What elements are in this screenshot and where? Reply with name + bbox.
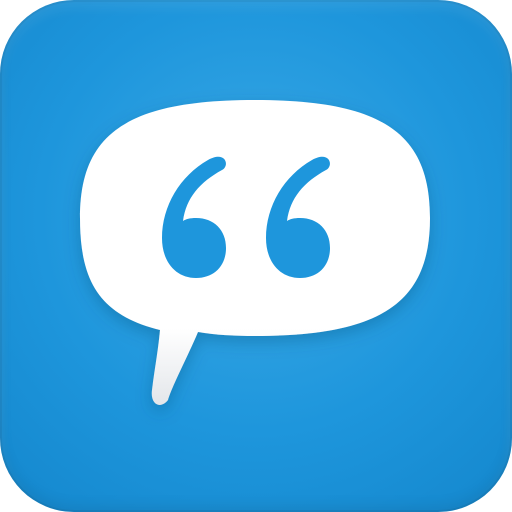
app-icon-tile[interactable] (0, 0, 512, 512)
speech-bubble-icon (80, 100, 430, 405)
bubble-shape (80, 100, 430, 405)
